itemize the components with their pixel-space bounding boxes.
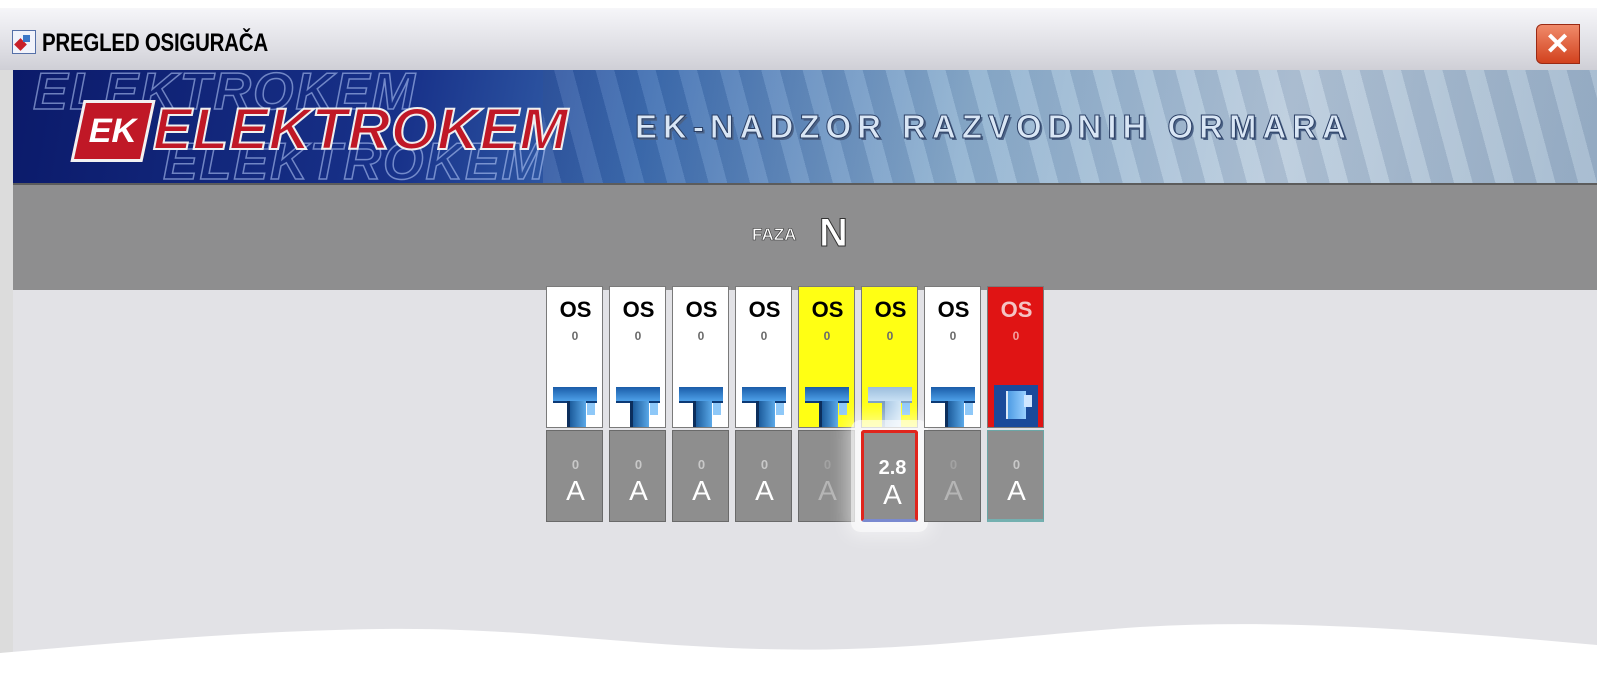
phase-bar: FAZA N [13, 183, 1597, 292]
phase-value: N [819, 211, 849, 256]
fuse-6[interactable]: OS 0 2.8 A [861, 286, 918, 522]
fuse-current-readout[interactable]: 0A [987, 430, 1044, 522]
breaker-switch-icon [742, 383, 786, 427]
breaker-switch-icon [679, 383, 723, 427]
fuse-current-readout[interactable]: 0A [609, 430, 666, 522]
fuse-label: OS [937, 297, 970, 322]
header-banner: ELEKTROKEM ELEKTROKEM EK ELEKTROKEM EK-N… [13, 70, 1597, 183]
breaker-switch-icon [805, 383, 849, 427]
breaker-switch-icon [553, 383, 597, 427]
fuse-current-unit: A [818, 475, 837, 506]
fuse-2[interactable]: OS 0 0 A [609, 286, 666, 522]
fuse-current-unit: A [944, 475, 963, 506]
fuse-current-unit: A [629, 475, 648, 506]
fuse-current-value: 0 [634, 457, 643, 472]
fuse-current-unit: A [755, 475, 774, 506]
fuse-indicator: 0 [634, 329, 642, 343]
logo-mark: EK [70, 100, 156, 162]
fuse-status-panel: OS 0 [924, 286, 981, 428]
fuse-4[interactable]: OS 0 0 A [735, 286, 792, 522]
phase-label: FAZA [752, 225, 797, 245]
fuse-indicator: 0 [760, 329, 768, 343]
fuse-current-readout[interactable]: 0A [735, 430, 792, 522]
fuse-current-readout[interactable]: 0A [798, 430, 855, 522]
banner-title: EK-NADZOR RAZVODNIH ORMARA [635, 108, 1352, 146]
fuse-1[interactable]: OS 0 0 A [546, 286, 603, 522]
fuse-indicator: 0 [886, 329, 894, 343]
fuse-current-value: 0 [949, 457, 958, 472]
fuse-current-value: 0 [697, 457, 706, 472]
fuse-status-panel: OS 0 [546, 286, 603, 428]
breaker-switch-icon [994, 385, 1038, 427]
fuse-indicator: 0 [1012, 329, 1020, 343]
app-icon [12, 30, 36, 54]
fuse-status-panel: OS 0 [861, 286, 918, 428]
title-bar[interactable]: PREGLED OSIGURAČA ✕ [0, 8, 1597, 71]
fuse-current-value: 0 [1012, 457, 1021, 472]
fuse-label: OS [748, 297, 781, 322]
window-title: PREGLED OSIGURAČA [42, 29, 268, 57]
fuse-5[interactable]: OS 0 0 A [798, 286, 855, 522]
fuse-status-panel: OS 0 [735, 286, 792, 428]
fuse-current-value: 2.8 [878, 457, 907, 479]
fuse-indicator: 0 [571, 329, 579, 343]
breaker-switch-icon [931, 383, 975, 427]
fuse-indicator: 0 [823, 329, 831, 343]
fuse-current-readout[interactable]: 2.8 A [861, 430, 918, 522]
fuse-status-panel: OS 0 [987, 286, 1044, 428]
fuse-label: OS [559, 297, 592, 322]
fuse-3[interactable]: OS 0 0 A [672, 286, 729, 522]
fuse-label: OS [685, 297, 718, 322]
fuse-current-readout[interactable]: 0A [546, 430, 603, 522]
fuse-label: OS [1000, 297, 1033, 322]
torn-paper-edge [0, 624, 1597, 677]
fuse-current-readout[interactable]: 0A [924, 430, 981, 522]
fuse-current-unit: A [566, 475, 585, 506]
logo-text: ELEKTROKEM [152, 96, 569, 163]
window-left-border [0, 70, 14, 677]
fuse-current-readout[interactable]: 0A [672, 430, 729, 522]
fuse-current-unit: A [883, 479, 902, 510]
fuse-label: OS [811, 297, 844, 322]
fuse-7[interactable]: OS 0 0 A [924, 286, 981, 522]
fuse-status-panel: OS 0 [672, 286, 729, 428]
fuse-label: OS [874, 297, 907, 322]
fuse-indicator: 0 [949, 329, 957, 343]
breaker-switch-icon [868, 383, 912, 427]
close-button[interactable]: ✕ [1536, 24, 1580, 64]
fuse-current-unit: A [692, 475, 711, 506]
fuse-current-value: 0 [823, 457, 832, 472]
fuse-label: OS [622, 297, 655, 322]
fuse-current-value: 0 [760, 457, 769, 472]
fuse-8[interactable]: OS 0 0 A [987, 286, 1044, 522]
fuse-status-panel: OS 0 [609, 286, 666, 428]
breaker-switch-icon [616, 383, 660, 427]
fuse-status-panel: OS 0 [798, 286, 855, 428]
fuse-current-unit: A [1007, 475, 1026, 506]
fuse-indicator: 0 [697, 329, 705, 343]
fuse-current-value: 0 [571, 457, 580, 472]
